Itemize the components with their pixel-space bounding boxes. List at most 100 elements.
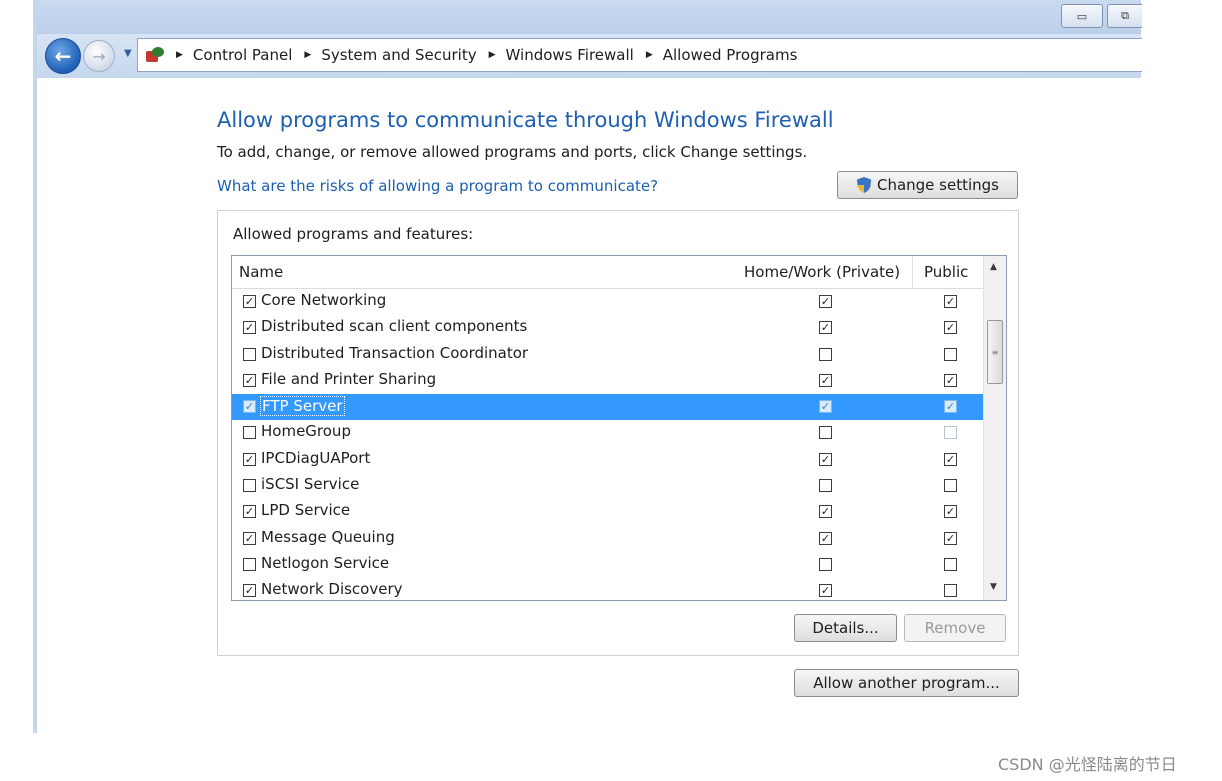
public-network-checkbox[interactable]: ✓	[944, 531, 957, 545]
scroll-up-icon[interactable]: ▲	[990, 262, 997, 272]
breadcrumb-system-security[interactable]: System and Security	[321, 46, 476, 64]
private-network-checkbox[interactable]	[819, 557, 832, 571]
program-name: Distributed scan client components	[261, 317, 528, 336]
public-network-checkbox[interactable]: ✓	[944, 452, 957, 466]
maximize-button[interactable]: ⧉	[1107, 4, 1142, 28]
minimize-icon: ▭	[1076, 9, 1088, 23]
private-network-checkbox[interactable]	[819, 479, 832, 493]
program-row[interactable]: ✓ LPD Service ✓ ✓	[232, 499, 984, 525]
remove-button[interactable]: Remove	[904, 614, 1006, 642]
private-network-checkbox[interactable]: ✓	[819, 295, 832, 308]
program-row[interactable]: ✓ IPCDiagUAPort ✓ ✓	[232, 447, 984, 473]
risks-help-link[interactable]: What are the risks of allowing a program…	[217, 177, 658, 195]
program-name: FTP Server	[260, 396, 345, 417]
forward-button[interactable]: →	[83, 40, 115, 72]
forward-arrow-icon: →	[92, 46, 106, 66]
program-row[interactable]: Netlogon Service	[232, 552, 984, 578]
scrollbar-thumb[interactable]: ≡	[987, 320, 1003, 384]
public-network-checkbox[interactable]	[944, 479, 957, 493]
program-enabled-checkbox[interactable]: ✓	[243, 505, 256, 519]
program-name: Network Discovery	[261, 580, 403, 599]
program-row[interactable]: ✓ Core Networking ✓ ✓	[232, 289, 984, 315]
program-row[interactable]: ✓ File and Printer Sharing ✓ ✓	[232, 368, 984, 394]
public-network-checkbox[interactable]	[944, 347, 957, 361]
program-name: Distributed Transaction Coordinator	[261, 343, 529, 362]
allowed-programs-label: Allowed programs and features:	[233, 225, 474, 243]
minimize-button[interactable]: ▭	[1061, 4, 1103, 28]
page-title: Allow programs to communicate through Wi…	[217, 108, 834, 132]
chevron-right-icon[interactable]: ▶	[176, 50, 183, 60]
program-row[interactable]: ✓ Distributed scan client components ✓ ✓	[232, 315, 984, 341]
program-row[interactable]: ✓ Message Queuing ✓ ✓	[232, 526, 984, 552]
title-bar: ▭ ⧉	[37, 0, 1142, 34]
change-settings-button[interactable]: Change settings	[837, 171, 1018, 199]
page-description: To add, change, or remove allowed progra…	[217, 143, 808, 161]
public-network-checkbox[interactable]	[944, 557, 957, 571]
program-enabled-checkbox[interactable]: ✓	[243, 400, 256, 414]
column-header-public[interactable]: Public	[924, 263, 968, 281]
programs-rows: ✓ Core Networking ✓ ✓ ✓ Distributed scan clie…	[232, 289, 984, 600]
public-network-checkbox[interactable]	[944, 584, 957, 598]
program-enabled-checkbox[interactable]: ✓	[243, 373, 256, 387]
private-network-checkbox[interactable]: ✓	[819, 373, 832, 387]
program-enabled-checkbox[interactable]	[243, 557, 256, 571]
program-enabled-checkbox[interactable]: ✓	[243, 295, 256, 308]
column-divider[interactable]	[912, 256, 913, 288]
back-button[interactable]: ←	[45, 38, 81, 74]
watermark: CSDN @光怪陆离的节日	[998, 755, 1177, 774]
breadcrumb-windows-firewall[interactable]: Windows Firewall	[506, 46, 634, 64]
public-network-checkbox[interactable]: ✓	[944, 373, 957, 387]
program-enabled-checkbox[interactable]: ✓	[243, 452, 256, 466]
change-settings-label: Change settings	[876, 176, 999, 194]
recent-pages-dropdown[interactable]: ▼	[124, 48, 132, 59]
private-network-checkbox[interactable]: ✓	[819, 400, 832, 414]
public-network-checkbox[interactable]: ✓	[944, 400, 957, 414]
private-network-checkbox[interactable]: ✓	[819, 321, 832, 335]
program-row[interactable]: iSCSI Service	[232, 473, 984, 499]
public-network-checkbox[interactable]: ✓	[944, 295, 957, 308]
programs-list[interactable]: Name Home/Work (Private) Public ✓ Core Ne…	[231, 255, 1007, 601]
program-name: HomeGroup	[261, 422, 351, 441]
column-header-name[interactable]: Name	[239, 263, 283, 281]
program-enabled-checkbox[interactable]: ✓	[243, 321, 256, 335]
control-panel-icon	[146, 47, 164, 63]
program-enabled-checkbox[interactable]	[243, 347, 256, 361]
public-network-checkbox[interactable]	[944, 426, 957, 440]
program-name: iSCSI Service	[261, 475, 360, 494]
list-scrollbar[interactable]: ▲ ≡ ▼	[983, 256, 1006, 600]
program-name: Core Networking	[261, 291, 387, 309]
chevron-right-icon[interactable]: ▶	[646, 50, 653, 60]
breadcrumb[interactable]: ▶ Control Panel ▶ System and Security ▶ …	[137, 38, 1142, 72]
list-header: Name Home/Work (Private) Public	[232, 256, 984, 289]
back-arrow-icon: ←	[54, 44, 72, 68]
public-network-checkbox[interactable]: ✓	[944, 321, 957, 335]
program-name: Message Queuing	[261, 527, 395, 546]
private-network-checkbox[interactable]	[819, 347, 832, 361]
private-network-checkbox[interactable]: ✓	[819, 531, 832, 545]
private-network-checkbox[interactable]: ✓	[819, 505, 832, 519]
private-network-checkbox[interactable]	[819, 426, 832, 440]
uac-shield-icon	[856, 176, 872, 194]
program-name: IPCDiagUAPort	[261, 448, 371, 467]
program-enabled-checkbox[interactable]: ✓	[243, 531, 256, 545]
chevron-right-icon[interactable]: ▶	[489, 50, 496, 60]
breadcrumb-allowed-programs[interactable]: Allowed Programs	[663, 46, 798, 64]
public-network-checkbox[interactable]: ✓	[944, 505, 957, 519]
allow-another-program-button[interactable]: Allow another program...	[794, 669, 1019, 697]
program-row[interactable]: ✓ FTP Server ✓ ✓	[232, 394, 984, 421]
details-button[interactable]: Details...	[794, 614, 897, 642]
program-row[interactable]: ✓ Network Discovery ✓	[232, 578, 984, 600]
private-network-checkbox[interactable]: ✓	[819, 584, 832, 598]
program-enabled-checkbox[interactable]	[243, 479, 256, 493]
maximize-icon: ⧉	[1121, 9, 1129, 22]
private-network-checkbox[interactable]: ✓	[819, 452, 832, 466]
program-name: File and Printer Sharing	[261, 369, 437, 388]
program-enabled-checkbox[interactable]: ✓	[243, 584, 256, 598]
scroll-down-icon[interactable]: ▼	[990, 582, 997, 592]
program-enabled-checkbox[interactable]	[243, 426, 256, 440]
program-row[interactable]: HomeGroup	[232, 420, 984, 446]
breadcrumb-control-panel[interactable]: Control Panel	[193, 46, 292, 64]
column-header-private[interactable]: Home/Work (Private)	[744, 263, 900, 281]
program-row[interactable]: Distributed Transaction Coordinator	[232, 342, 984, 368]
chevron-right-icon[interactable]: ▶	[304, 50, 311, 60]
